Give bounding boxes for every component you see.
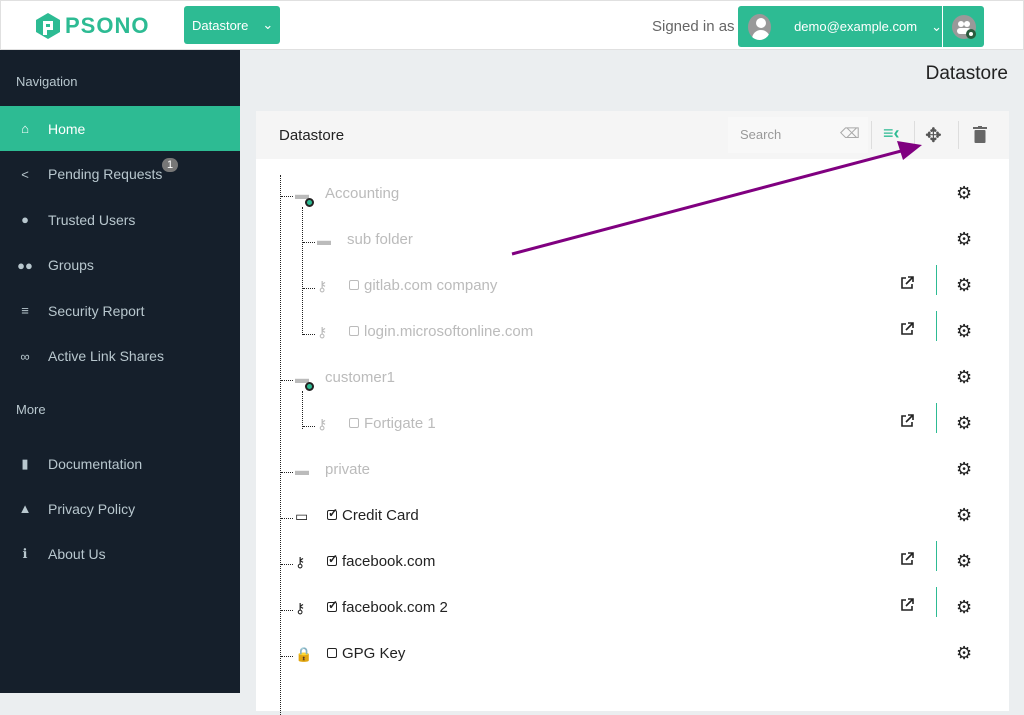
annotation-arrow	[511, 141, 922, 256]
